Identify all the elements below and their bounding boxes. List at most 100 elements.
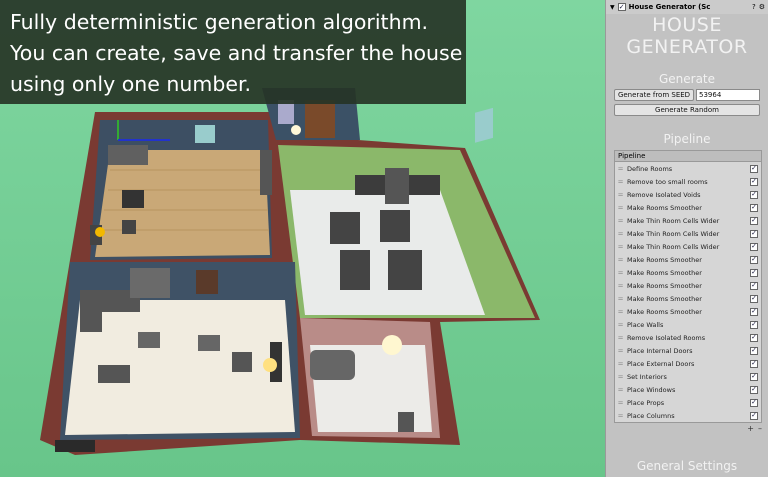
pipeline-step[interactable]: = Make Rooms Smoother ✓ bbox=[615, 279, 761, 292]
help-icon[interactable]: ? bbox=[752, 3, 756, 11]
pipeline-step[interactable]: = Make Rooms Smoother ✓ bbox=[615, 253, 761, 266]
pipeline-step[interactable]: = Define Rooms ✓ bbox=[615, 162, 761, 175]
drag-handle-icon[interactable]: = bbox=[617, 412, 624, 420]
drag-handle-icon[interactable]: = bbox=[617, 308, 624, 316]
drag-handle-icon[interactable]: = bbox=[617, 165, 624, 173]
pipeline-step[interactable]: = Make Rooms Smoother ✓ bbox=[615, 201, 761, 214]
pipeline-step[interactable]: = Set Interiors ✓ bbox=[615, 370, 761, 383]
pipeline-step[interactable]: = Make Thin Room Cells Wider ✓ bbox=[615, 227, 761, 240]
feature-caption: Fully deterministic generation algorithm… bbox=[0, 0, 466, 104]
drag-handle-icon[interactable]: = bbox=[617, 230, 624, 238]
pipeline-step-enabled-checkbox[interactable]: ✓ bbox=[750, 359, 758, 368]
pipeline-step-label: Make Rooms Smoother bbox=[627, 255, 702, 264]
pipeline-step[interactable]: = Make Thin Room Cells Wider ✓ bbox=[615, 214, 761, 227]
pipeline-step-enabled-checkbox[interactable]: ✓ bbox=[750, 346, 758, 355]
pipeline-step-enabled-checkbox[interactable]: ✓ bbox=[750, 372, 758, 381]
component-title: House Generator (Sc bbox=[628, 3, 711, 11]
add-step-button[interactable]: + bbox=[747, 424, 754, 433]
drag-handle-icon[interactable]: = bbox=[617, 295, 624, 303]
drag-handle-icon[interactable]: = bbox=[617, 282, 624, 290]
pipeline-step-label: Make Thin Room Cells Wider bbox=[627, 216, 720, 225]
pipeline-step-enabled-checkbox[interactable]: ✓ bbox=[750, 281, 758, 290]
pipeline-step-enabled-checkbox[interactable]: ✓ bbox=[750, 307, 758, 316]
drag-handle-icon[interactable]: = bbox=[617, 399, 624, 407]
pipeline-step-enabled-checkbox[interactable]: ✓ bbox=[750, 398, 758, 407]
pipeline-step[interactable]: = Remove Isolated Voids ✓ bbox=[615, 188, 761, 201]
caption-line-1: Fully deterministic generation algorithm… bbox=[10, 10, 429, 34]
pipeline-step[interactable]: = Make Thin Room Cells Wider ✓ bbox=[615, 240, 761, 253]
random-row: Generate Random bbox=[606, 104, 768, 116]
pipeline-step-label: Place Internal Doors bbox=[627, 346, 693, 355]
drag-handle-icon[interactable]: = bbox=[617, 347, 624, 355]
logo-line-2: GENERATOR bbox=[626, 36, 748, 58]
pipeline-step-enabled-checkbox[interactable]: ✓ bbox=[750, 385, 758, 394]
pipeline-step-enabled-checkbox[interactable]: ✓ bbox=[750, 164, 758, 173]
pipeline-step-enabled-checkbox[interactable]: ✓ bbox=[750, 411, 758, 420]
pipeline-step-enabled-checkbox[interactable]: ✓ bbox=[750, 216, 758, 225]
drag-handle-icon[interactable]: = bbox=[617, 334, 624, 342]
drag-handle-icon[interactable]: = bbox=[617, 373, 624, 381]
pipeline-step[interactable]: = Make Rooms Smoother ✓ bbox=[615, 266, 761, 279]
logo-line-1: HOUSE bbox=[652, 14, 722, 36]
pipeline-step-enabled-checkbox[interactable]: ✓ bbox=[750, 255, 758, 264]
pipeline-step[interactable]: = Place Walls ✓ bbox=[615, 318, 761, 331]
drag-handle-icon[interactable]: = bbox=[617, 204, 624, 212]
pipeline-step[interactable]: = Place Internal Doors ✓ bbox=[615, 344, 761, 357]
drag-handle-icon[interactable]: = bbox=[617, 243, 624, 251]
pipeline-step-enabled-checkbox[interactable]: ✓ bbox=[750, 268, 758, 277]
pipeline-list: Pipeline = Define Rooms ✓ = Remove too small… bbox=[614, 150, 762, 423]
pipeline-section-title: Pipeline bbox=[663, 132, 711, 146]
settings-gear-icon[interactable]: ⚙ bbox=[759, 3, 765, 11]
pipeline-step-enabled-checkbox[interactable]: ✓ bbox=[750, 229, 758, 238]
house-generator-logo: HOUSE GENERATOR bbox=[606, 14, 768, 58]
pipeline-step[interactable]: = Place Columns ✓ bbox=[615, 409, 761, 422]
pipeline-step-label: Make Rooms Smoother bbox=[627, 294, 702, 303]
inspector-panel: ▼ ✓ House Generator (Sc ? ⚙ HOUSE GENERA… bbox=[605, 0, 768, 477]
drag-handle-icon[interactable]: = bbox=[617, 386, 624, 394]
drag-handle-icon[interactable]: = bbox=[617, 191, 624, 199]
caption-line-3: using only one number. bbox=[10, 72, 252, 96]
component-enabled-checkbox[interactable]: ✓ bbox=[617, 3, 626, 11]
pipeline-step[interactable]: = Remove too small rooms ✓ bbox=[615, 175, 761, 188]
caption-line-2: You can create, save and transfer the ho… bbox=[10, 41, 463, 65]
pipeline-step-enabled-checkbox[interactable]: ✓ bbox=[750, 177, 758, 186]
component-header: ▼ ✓ House Generator (Sc ? ⚙ bbox=[606, 0, 768, 14]
drag-handle-icon[interactable]: = bbox=[617, 178, 624, 186]
pipeline-step-label: Place Props bbox=[627, 398, 665, 407]
pipeline-step[interactable]: = Make Rooms Smoother ✓ bbox=[615, 305, 761, 318]
drag-handle-icon[interactable]: = bbox=[617, 360, 624, 368]
pipeline-step-enabled-checkbox[interactable]: ✓ bbox=[750, 320, 758, 329]
pipeline-step[interactable]: = Remove Isolated Rooms ✓ bbox=[615, 331, 761, 344]
pipeline-step-enabled-checkbox[interactable]: ✓ bbox=[750, 333, 758, 342]
generate-section-title: Generate bbox=[658, 72, 716, 86]
pipeline-step[interactable]: = Place Props ✓ bbox=[615, 396, 761, 409]
pipeline-step-label: Remove Isolated Rooms bbox=[627, 333, 706, 342]
pipeline-step-label: Make Thin Room Cells Wider bbox=[627, 242, 720, 251]
general-settings-section-title: General Settings bbox=[636, 459, 738, 473]
pipeline-step-enabled-checkbox[interactable]: ✓ bbox=[750, 242, 758, 251]
pipeline-step-enabled-checkbox[interactable]: ✓ bbox=[750, 294, 758, 303]
pipeline-step-label: Remove Isolated Voids bbox=[627, 190, 701, 199]
pipeline-step-label: Place Columns bbox=[627, 411, 675, 420]
seed-row: Generate from SEED 53964 bbox=[606, 89, 768, 101]
drag-handle-icon[interactable]: = bbox=[617, 321, 624, 329]
pipeline-step[interactable]: = Make Rooms Smoother ✓ bbox=[615, 292, 761, 305]
seed-input[interactable]: 53964 bbox=[696, 89, 760, 101]
foldout-arrow-icon[interactable]: ▼ bbox=[610, 4, 615, 11]
remove-step-button[interactable]: – bbox=[758, 424, 762, 433]
pipeline-list-header: Pipeline bbox=[615, 151, 761, 162]
pipeline-step-label: Make Rooms Smoother bbox=[627, 203, 702, 212]
drag-handle-icon[interactable]: = bbox=[617, 269, 624, 277]
drag-handle-icon[interactable]: = bbox=[617, 256, 624, 264]
pipeline-step-enabled-checkbox[interactable]: ✓ bbox=[750, 190, 758, 199]
pipeline-step-label: Place Windows bbox=[627, 385, 676, 394]
generate-random-button[interactable]: Generate Random bbox=[614, 104, 760, 116]
pipeline-step-label: Place Walls bbox=[627, 320, 664, 329]
pipeline-step-enabled-checkbox[interactable]: ✓ bbox=[750, 203, 758, 212]
generate-from-seed-button[interactable]: Generate from SEED bbox=[614, 89, 694, 101]
pipeline-step[interactable]: = Place External Doors ✓ bbox=[615, 357, 761, 370]
pipeline-step-label: Place External Doors bbox=[627, 359, 695, 368]
list-add-remove: + – bbox=[606, 423, 768, 433]
pipeline-step[interactable]: = Place Windows ✓ bbox=[615, 383, 761, 396]
drag-handle-icon[interactable]: = bbox=[617, 217, 624, 225]
